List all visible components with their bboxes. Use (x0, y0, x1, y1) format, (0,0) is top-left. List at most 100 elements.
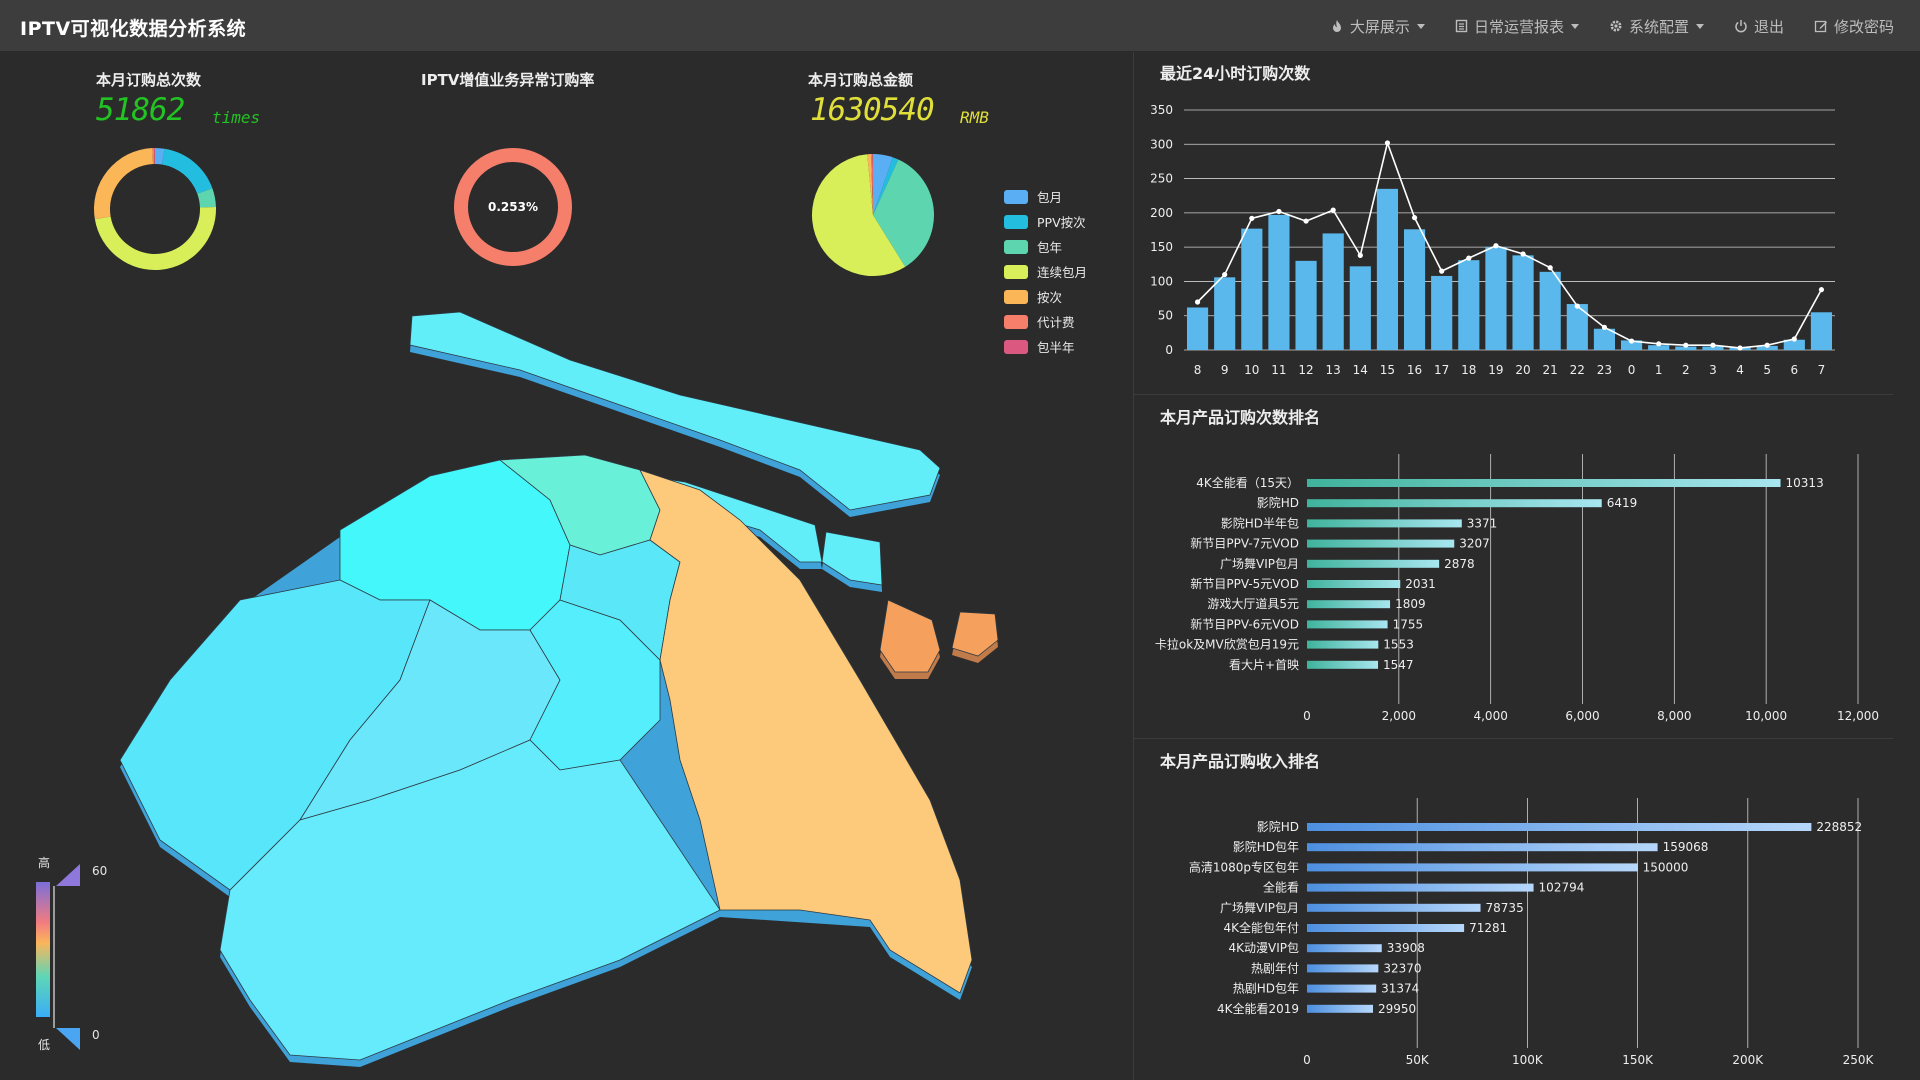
hourly-line-point[interactable] (1574, 303, 1580, 309)
x-tick-label: 0 (1303, 1053, 1311, 1067)
revenue-rank-bar[interactable] (1307, 903, 1481, 912)
hourly-orders-chart: 0501001502002503003508 9 10 11 12 13 14 15 16 17 1… (1150, 103, 1835, 377)
nav-daily-report[interactable]: 日常运营报表 (1455, 16, 1579, 37)
hourly-line-point[interactable] (1276, 208, 1282, 215)
hourly-bar[interactable] (1349, 266, 1371, 350)
hourly-bar[interactable] (1458, 260, 1480, 350)
count-rank-bar[interactable] (1307, 479, 1781, 487)
y-tick-label: 200 (1150, 206, 1173, 220)
hourly-line-point[interactable] (1466, 255, 1472, 261)
hourly-bar[interactable] (1241, 228, 1263, 350)
hourly-line-point[interactable] (1384, 140, 1391, 146)
revenue-rank-bar[interactable] (1307, 944, 1382, 953)
count-rank-bar[interactable] (1307, 580, 1401, 588)
x-tick-label: 12 (1298, 363, 1313, 377)
revenue-rank-value-label: 228852 (1816, 820, 1862, 834)
revenue-rank-bar[interactable] (1307, 843, 1658, 852)
hourly-line-point[interactable] (1222, 271, 1228, 278)
count-rank-value-label: 3207 (1459, 537, 1490, 551)
hourly-bar[interactable] (1810, 312, 1833, 350)
hourly-bar[interactable] (1268, 214, 1290, 350)
count-rank-bar[interactable] (1307, 620, 1388, 629)
hourly-bar[interactable] (1539, 271, 1561, 350)
x-tick-label: 1 (1655, 363, 1663, 377)
count-rank-bar[interactable] (1307, 499, 1602, 508)
hourly-line-point[interactable] (1710, 342, 1716, 348)
hourly-bar[interactable] (1322, 233, 1344, 350)
hourly-line-point[interactable] (1628, 338, 1635, 344)
x-tick-label: 150K (1622, 1053, 1654, 1067)
hourly-line-point[interactable] (1493, 243, 1499, 249)
revenue-rank-value-label: 159068 (1663, 840, 1709, 854)
hourly-bar[interactable] (1295, 260, 1317, 350)
hourly-line-point[interactable] (1330, 207, 1336, 213)
x-tick-label: 0 (1303, 709, 1311, 723)
visual-map-bottom-handle[interactable] (56, 1028, 80, 1050)
y-tick-label: 50 (1158, 309, 1173, 323)
hourly-line-point[interactable] (1439, 268, 1445, 274)
donut-slice-1[interactable] (162, 148, 213, 194)
x-tick-label: 2 (1682, 363, 1690, 377)
hourly-line-point[interactable] (1791, 336, 1797, 342)
chevron-down-icon (1416, 23, 1425, 29)
hourly-bar[interactable] (1214, 277, 1236, 350)
hourly-line-point[interactable] (1764, 342, 1770, 348)
legend-item[interactable]: PPV按次 (1004, 209, 1087, 234)
donut-slice-3[interactable] (94, 207, 216, 270)
legend-item[interactable]: 包年 (1004, 234, 1087, 259)
revenue-rank-bar[interactable] (1307, 823, 1812, 831)
hourly-line-point[interactable] (1303, 218, 1309, 224)
legend-item[interactable]: 包月 (1004, 184, 1087, 209)
legend-swatch (1004, 264, 1028, 279)
donut-slice-4[interactable] (94, 148, 154, 220)
count-rank-bar[interactable] (1307, 559, 1440, 568)
edit-icon (1814, 20, 1827, 33)
count-rank-bar[interactable] (1307, 519, 1462, 528)
hourly-line-point[interactable] (1249, 215, 1255, 221)
x-tick-label: 22 (1570, 363, 1585, 377)
nav-change-password[interactable]: 修改密码 (1814, 16, 1894, 37)
count-rank-value-label: 2878 (1444, 557, 1475, 571)
hourly-line-point[interactable] (1357, 252, 1363, 258)
count-rank-bar[interactable] (1307, 600, 1391, 609)
nav-system-config[interactable]: 系统配置 (1609, 16, 1704, 37)
hourly-line-point[interactable] (1683, 342, 1689, 348)
hourly-line-point[interactable] (1656, 341, 1662, 347)
hourly-bar[interactable] (1403, 229, 1426, 350)
x-tick-label: 3 (1709, 363, 1717, 377)
hourly-bar[interactable] (1485, 247, 1507, 350)
amount-type-pie-chart (812, 154, 934, 276)
revenue-rank-bar[interactable] (1307, 883, 1534, 892)
hourly-line-point[interactable] (1601, 324, 1608, 330)
hourly-line-point[interactable] (1194, 299, 1201, 305)
revenue-rank-bar[interactable] (1307, 964, 1379, 973)
count-rank-bar[interactable] (1307, 640, 1379, 649)
hourly-line-point[interactable] (1411, 215, 1418, 221)
nav-daily-report-label: 日常运营报表 (1473, 17, 1564, 36)
hourly-line-point[interactable] (1520, 251, 1526, 257)
y-tick-label: 150 (1150, 240, 1173, 254)
hourly-bar[interactable] (1431, 275, 1453, 350)
revenue-rank-bar[interactable] (1307, 924, 1465, 932)
revenue-rank-value-label: 71281 (1469, 921, 1507, 935)
hourly-bar[interactable] (1186, 307, 1209, 350)
hourly-line-point[interactable] (1818, 287, 1825, 293)
hourly-line-point[interactable] (1547, 265, 1553, 271)
revenue-rank-bar[interactable] (1307, 1004, 1374, 1013)
hourly-bar[interactable] (1376, 188, 1399, 350)
legend-item[interactable]: 连续包月 (1004, 259, 1087, 284)
hourly-line-point[interactable] (1737, 345, 1743, 351)
nav-logout[interactable]: 退出 (1734, 16, 1784, 37)
map-region-hengsha[interactable] (821, 531, 883, 586)
legend-swatch (1004, 239, 1028, 254)
app-title: IPTV可视化数据分析系统 (20, 18, 247, 40)
map-region-island-1[interactable] (879, 599, 941, 673)
count-rank-category-label: 游戏大厅道具5元 (1207, 597, 1299, 611)
count-rank-bar[interactable] (1307, 539, 1455, 548)
revenue-rank-bar[interactable] (1307, 863, 1638, 872)
count-rank-bar[interactable] (1307, 660, 1379, 669)
revenue-rank-bar[interactable] (1307, 984, 1377, 993)
visual-map-top-handle[interactable] (56, 864, 80, 886)
nav-big-screen[interactable]: 大屏展示 (1330, 16, 1425, 37)
hourly-bar[interactable] (1512, 255, 1534, 350)
